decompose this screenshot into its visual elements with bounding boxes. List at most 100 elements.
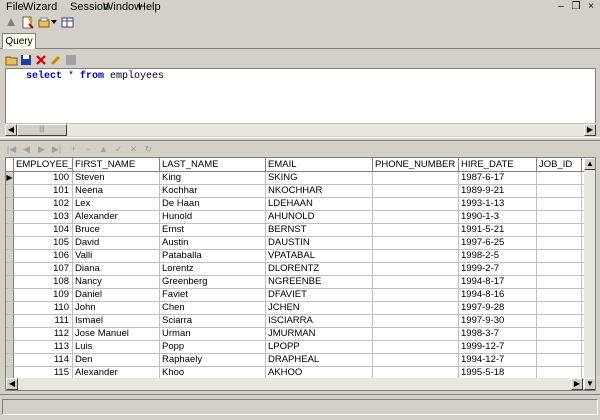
table-cell[interactable]: Neena (73, 185, 160, 198)
table-cell[interactable]: 1987-6-17 (459, 172, 537, 185)
table-cell[interactable]: JCHEN (266, 302, 373, 315)
open-folder-icon[interactable] (4, 53, 18, 67)
row-indicator[interactable]: ▶ (6, 172, 14, 185)
row-indicator[interactable] (6, 185, 14, 198)
column-header[interactable]: JOB_ID (537, 158, 582, 172)
row-indicator[interactable] (6, 250, 14, 263)
table-cell[interactable]: Kochhar (160, 185, 266, 198)
table-cell[interactable]: DLORENTZ (266, 263, 373, 276)
table-cell[interactable]: BERNST (266, 224, 373, 237)
table-cell[interactable]: King (160, 172, 266, 185)
table-cell[interactable]: 110 (14, 302, 73, 315)
row-indicator[interactable] (6, 315, 14, 328)
table-cell[interactable] (373, 185, 459, 198)
table-cell[interactable] (537, 237, 582, 250)
grid-scroll-right-icon[interactable]: ▶ (571, 378, 583, 390)
table-cell[interactable]: Diana (73, 263, 160, 276)
table-cell[interactable] (537, 172, 582, 185)
table-cell[interactable]: JMURMAN (266, 328, 373, 341)
table-cell[interactable]: Den (73, 354, 160, 367)
table-cell[interactable]: Chen (160, 302, 266, 315)
delete-icon[interactable] (34, 53, 48, 67)
table-cell[interactable]: 1991-5-21 (459, 224, 537, 237)
table-cell[interactable]: 109 (14, 289, 73, 302)
scroll-left-icon[interactable]: ◀ (5, 124, 17, 136)
row-indicator[interactable] (6, 354, 14, 367)
table-cell[interactable] (373, 224, 459, 237)
table-cell[interactable]: 1997-6-25 (459, 237, 537, 250)
post-record-icon[interactable]: ✓ (112, 143, 125, 155)
scroll-thumb[interactable]: ||| (17, 124, 67, 136)
delete-record-icon[interactable]: − (82, 143, 95, 155)
column-header[interactable]: LAST_NAME (160, 158, 266, 172)
table-cell[interactable]: LDEHAAN (266, 198, 373, 211)
table-cell[interactable]: 1993-1-13 (459, 198, 537, 211)
table-cell[interactable] (373, 250, 459, 263)
table-cell[interactable]: 1998-3-7 (459, 328, 537, 341)
table-cell[interactable]: Sciarra (160, 315, 266, 328)
table-cell[interactable]: Hunold (160, 211, 266, 224)
table-cell[interactable] (373, 354, 459, 367)
table-cell[interactable]: De Haan (160, 198, 266, 211)
column-header[interactable]: EMAIL (266, 158, 373, 172)
table-cell[interactable] (373, 315, 459, 328)
table-cell[interactable] (537, 289, 582, 302)
table-cell[interactable]: Urman (160, 328, 266, 341)
connect-icon[interactable] (4, 15, 18, 29)
row-indicator[interactable] (6, 224, 14, 237)
table-icon[interactable] (60, 15, 74, 29)
tab-query[interactable]: Query (2, 33, 36, 49)
table-cell[interactable] (537, 211, 582, 224)
column-header[interactable]: PHONE_NUMBER (373, 158, 459, 172)
table-cell[interactable]: Luis (73, 341, 160, 354)
editor-horizontal-scrollbar[interactable]: ◀ ||| ▶ (5, 123, 596, 136)
table-cell[interactable]: Jose Manuel (73, 328, 160, 341)
table-cell[interactable]: 103 (14, 211, 73, 224)
table-cell[interactable]: 105 (14, 237, 73, 250)
edit-record-icon[interactable]: ▲ (97, 143, 110, 155)
scroll-down-icon[interactable]: ▼ (584, 378, 595, 390)
table-cell[interactable] (537, 354, 582, 367)
table-cell[interactable]: Austin (160, 237, 266, 250)
table-cell[interactable]: LPOPP (266, 341, 373, 354)
table-cell[interactable] (373, 172, 459, 185)
menu-file[interactable]: File (6, 1, 24, 13)
table-cell[interactable] (537, 198, 582, 211)
table-cell[interactable] (537, 341, 582, 354)
cancel-record-icon[interactable]: ✕ (127, 143, 140, 155)
dropdown-arrow-icon[interactable] (50, 15, 58, 29)
column-header[interactable]: HIRE_DATE (459, 158, 537, 172)
result-grid[interactable]: EMPLOYEE_ID FIRST_NAME LAST_NAME EMAIL P… (5, 157, 596, 391)
table-cell[interactable]: Ernst (160, 224, 266, 237)
table-cell[interactable] (537, 185, 582, 198)
table-cell[interactable]: Faviet (160, 289, 266, 302)
last-record-icon[interactable]: ▶| (50, 143, 63, 155)
grid-scroll-left-icon[interactable]: ◀ (6, 378, 18, 390)
restore-button[interactable]: ❐ (569, 1, 583, 12)
table-cell[interactable]: 1997-9-30 (459, 315, 537, 328)
scroll-up-icon[interactable]: ▲ (584, 158, 595, 170)
table-cell[interactable] (373, 198, 459, 211)
column-header[interactable]: FIRST_NAME (73, 158, 160, 172)
table-cell[interactable]: 111 (14, 315, 73, 328)
row-indicator[interactable] (6, 276, 14, 289)
row-indicator[interactable] (6, 328, 14, 341)
table-cell[interactable]: Valli (73, 250, 160, 263)
table-cell[interactable]: 101 (14, 185, 73, 198)
row-indicator[interactable] (6, 341, 14, 354)
minimize-button[interactable]: – (554, 1, 568, 12)
table-cell[interactable]: 104 (14, 224, 73, 237)
table-cell[interactable] (373, 328, 459, 341)
table-cell[interactable]: 1994-8-17 (459, 276, 537, 289)
table-cell[interactable]: DAUSTIN (266, 237, 373, 250)
table-cell[interactable] (537, 328, 582, 341)
table-cell[interactable]: 100 (14, 172, 73, 185)
table-cell[interactable]: 1997-9-28 (459, 302, 537, 315)
menu-wizard[interactable]: Wizard (23, 1, 57, 13)
table-cell[interactable]: 1994-8-16 (459, 289, 537, 302)
table-cell[interactable]: 102 (14, 198, 73, 211)
table-cell[interactable]: 112 (14, 328, 73, 341)
table-cell[interactable] (537, 276, 582, 289)
table-cell[interactable]: DRAPHEAL (266, 354, 373, 367)
table-cell[interactable]: 1994-12-7 (459, 354, 537, 367)
